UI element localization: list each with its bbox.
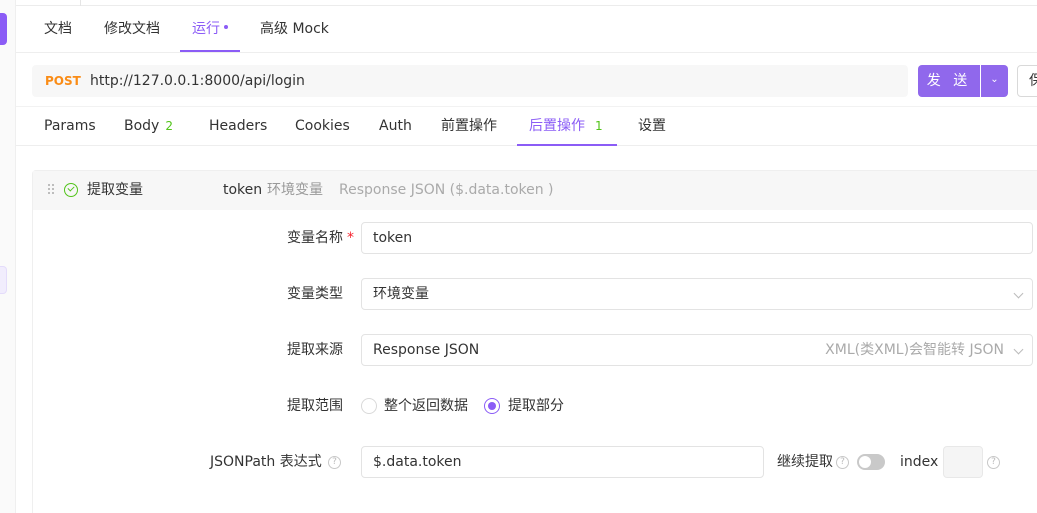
- request-tabs: Params Body 2 Headers Cookies Auth 前置操作 后…: [16, 106, 1037, 146]
- index-label: index: [900, 454, 939, 470]
- summary-variable: token: [223, 182, 263, 198]
- var-type-label: 变量类型: [287, 286, 343, 302]
- tab-mock[interactable]: 高级 Mock: [260, 6, 329, 52]
- tab-auth[interactable]: Auth: [379, 107, 412, 147]
- continue-extract-toggle[interactable]: [857, 454, 885, 470]
- send-button[interactable]: 发 送: [918, 65, 980, 97]
- tab-settings[interactable]: 设置: [638, 107, 666, 147]
- var-name-input[interactable]: token: [361, 222, 1033, 254]
- tab-pre-processors[interactable]: 前置操作: [441, 107, 497, 147]
- drag-handle-icon[interactable]: [48, 184, 56, 196]
- continue-extract-label: 继续提取: [777, 454, 833, 470]
- source-hint: XML(类XML)会智能转 JSON: [825, 342, 1004, 358]
- required-mark: *: [347, 230, 354, 246]
- var-name-value: token: [373, 230, 413, 246]
- tab-params-label: Params: [44, 118, 96, 134]
- range-all-radio[interactable]: [361, 398, 377, 414]
- tab-body-label: Body: [124, 118, 160, 134]
- http-method[interactable]: POST: [45, 65, 81, 97]
- extract-variable-panel: 提取变量 token 环境变量 Response JSON ($.data.to…: [32, 170, 1037, 513]
- active-request-tab-underline: [517, 144, 617, 146]
- tab-post-processors[interactable]: 后置操作 1: [529, 107, 603, 147]
- save-button[interactable]: 保: [1017, 65, 1037, 97]
- var-type-value: 环境变量: [373, 286, 429, 302]
- extract-title: 提取变量: [87, 182, 143, 198]
- source-value: Response JSON: [373, 342, 480, 358]
- left-rail: [0, 0, 16, 513]
- summary-expression: Response JSON ($.data.token ): [339, 182, 554, 198]
- tab-headers-label: Headers: [209, 118, 268, 134]
- help-icon[interactable]: ?: [987, 456, 1000, 469]
- tab-pre-label: 前置操作: [441, 118, 497, 134]
- tab-doc-label: 文档: [44, 21, 72, 37]
- jsonpath-input[interactable]: $.data.token: [361, 446, 764, 478]
- tab-body-count: 2: [165, 119, 173, 133]
- tab-edit-doc[interactable]: 修改文档: [104, 6, 160, 52]
- range-part-radio[interactable]: [484, 398, 500, 414]
- tab-post-label: 后置操作: [529, 118, 585, 134]
- jsonpath-value: $.data.token: [373, 454, 462, 470]
- top-tabs: 文档 修改文档 运行 高级 Mock: [16, 6, 1037, 53]
- help-icon[interactable]: ?: [328, 456, 341, 469]
- tab-body[interactable]: Body 2: [124, 107, 173, 147]
- tab-params[interactable]: Params: [44, 107, 96, 147]
- source-select[interactable]: Response JSON XML(类XML)会智能转 JSON: [361, 334, 1033, 366]
- chevron-down-icon: [1013, 344, 1024, 355]
- var-name-label: 变量名称 *: [287, 222, 354, 254]
- active-tab-underline: [180, 50, 240, 52]
- tab-run[interactable]: 运行: [192, 6, 228, 52]
- range-label: 提取范围: [287, 398, 343, 414]
- tab-mock-label: 高级 Mock: [260, 21, 329, 37]
- url-input[interactable]: http://127.0.0.1:8000/api/login: [90, 65, 305, 97]
- tab-cookies-label: Cookies: [295, 118, 350, 134]
- tab-run-label: 运行: [192, 21, 220, 37]
- tab-settings-label: 设置: [638, 118, 666, 134]
- tab-auth-label: Auth: [379, 118, 412, 134]
- index-input[interactable]: [943, 446, 983, 478]
- chevron-down-icon: [1013, 288, 1024, 299]
- help-icon[interactable]: ?: [836, 456, 849, 469]
- tab-edit-doc-label: 修改文档: [104, 21, 160, 37]
- source-label: 提取来源: [287, 342, 343, 358]
- chevron-down-icon: ⌄: [990, 74, 999, 85]
- summary-scope: 环境变量: [267, 182, 323, 198]
- jsonpath-label: JSONPath 表达式: [210, 454, 322, 470]
- range-part-label[interactable]: 提取部分: [508, 390, 564, 422]
- url-bar[interactable]: POST http://127.0.0.1:8000/api/login: [32, 65, 908, 97]
- tab-headers[interactable]: Headers: [209, 107, 267, 147]
- tab-cookies[interactable]: Cookies: [295, 107, 350, 147]
- rail-active-indicator: [0, 13, 7, 45]
- var-name-label-text: 变量名称: [287, 230, 343, 246]
- range-all-label[interactable]: 整个返回数据: [384, 390, 468, 422]
- unsaved-dot-icon: [224, 25, 228, 29]
- var-type-select[interactable]: 环境变量: [361, 278, 1033, 310]
- enabled-check-icon[interactable]: [64, 183, 78, 197]
- tab-post-count: 1: [595, 119, 603, 133]
- send-dropdown-button[interactable]: ⌄: [981, 65, 1008, 97]
- rail-secondary-indicator: [0, 266, 7, 294]
- tab-doc[interactable]: 文档: [44, 6, 72, 52]
- extract-panel-header[interactable]: 提取变量 token 环境变量 Response JSON ($.data.to…: [33, 171, 1037, 210]
